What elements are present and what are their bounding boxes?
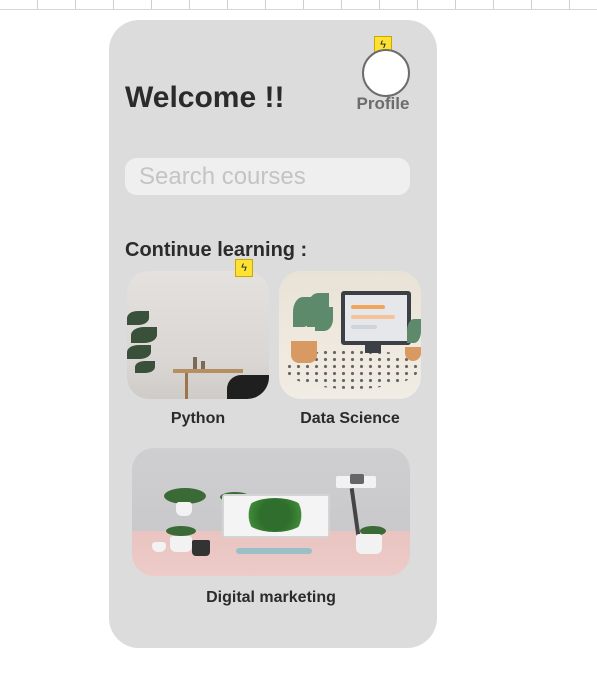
profile-button[interactable]: ϟ Profile [353, 36, 425, 118]
monitor-shape [341, 291, 411, 345]
pot-shape [176, 502, 192, 516]
course-image-python[interactable] [127, 271, 269, 399]
pot-shape [152, 542, 166, 552]
keyboard-shape [236, 548, 312, 554]
vase-shape [193, 357, 197, 369]
leaf-shape [407, 319, 421, 343]
leaf-shape [127, 311, 149, 325]
pot-shape [170, 536, 192, 552]
course-card-digital-marketing[interactable]: Digital marketing [132, 448, 410, 607]
mug-shape [192, 540, 210, 556]
chair-shape [227, 375, 269, 399]
chart-bar-shape [351, 305, 385, 309]
lamp-cap-shape [350, 474, 364, 484]
chart-bar-shape [351, 315, 395, 319]
leaf-shape [127, 345, 151, 359]
welcome-heading: Welcome !! [125, 81, 285, 114]
course-card-python[interactable]: Python [127, 271, 269, 428]
avatar[interactable] [362, 49, 410, 97]
profile-label: Profile [356, 94, 410, 113]
course-image-digital-marketing[interactable] [132, 448, 410, 576]
stand-shape [185, 373, 188, 399]
bush-shape [242, 498, 308, 532]
leaf-shape [315, 307, 333, 331]
continue-learning-title: Continue learning : [125, 239, 308, 261]
course-card-data-science[interactable]: Data Science [279, 271, 421, 428]
leaf-shape [166, 526, 196, 536]
course-image-data-science[interactable] [279, 271, 421, 399]
pot-shape [356, 534, 382, 554]
leaf-shape [131, 327, 157, 343]
top-ruler [0, 0, 597, 10]
chart-bar-shape [351, 325, 377, 329]
pot-shape [291, 341, 317, 363]
vase-shape [201, 361, 205, 369]
monitor-stand-shape [365, 345, 381, 353]
app-panel: Welcome !! ϟ Profile Continue learning :… [109, 20, 437, 648]
course-label-digital-marketing: Digital marketing [206, 589, 336, 606]
course-label-data-science: Data Science [300, 410, 400, 427]
shelf-shape [173, 369, 243, 373]
search-input[interactable] [125, 158, 410, 195]
pot-shape [405, 347, 421, 361]
leaf-shape [135, 361, 155, 373]
course-label-python: Python [170, 410, 226, 427]
flash-icon: ϟ [235, 259, 253, 277]
